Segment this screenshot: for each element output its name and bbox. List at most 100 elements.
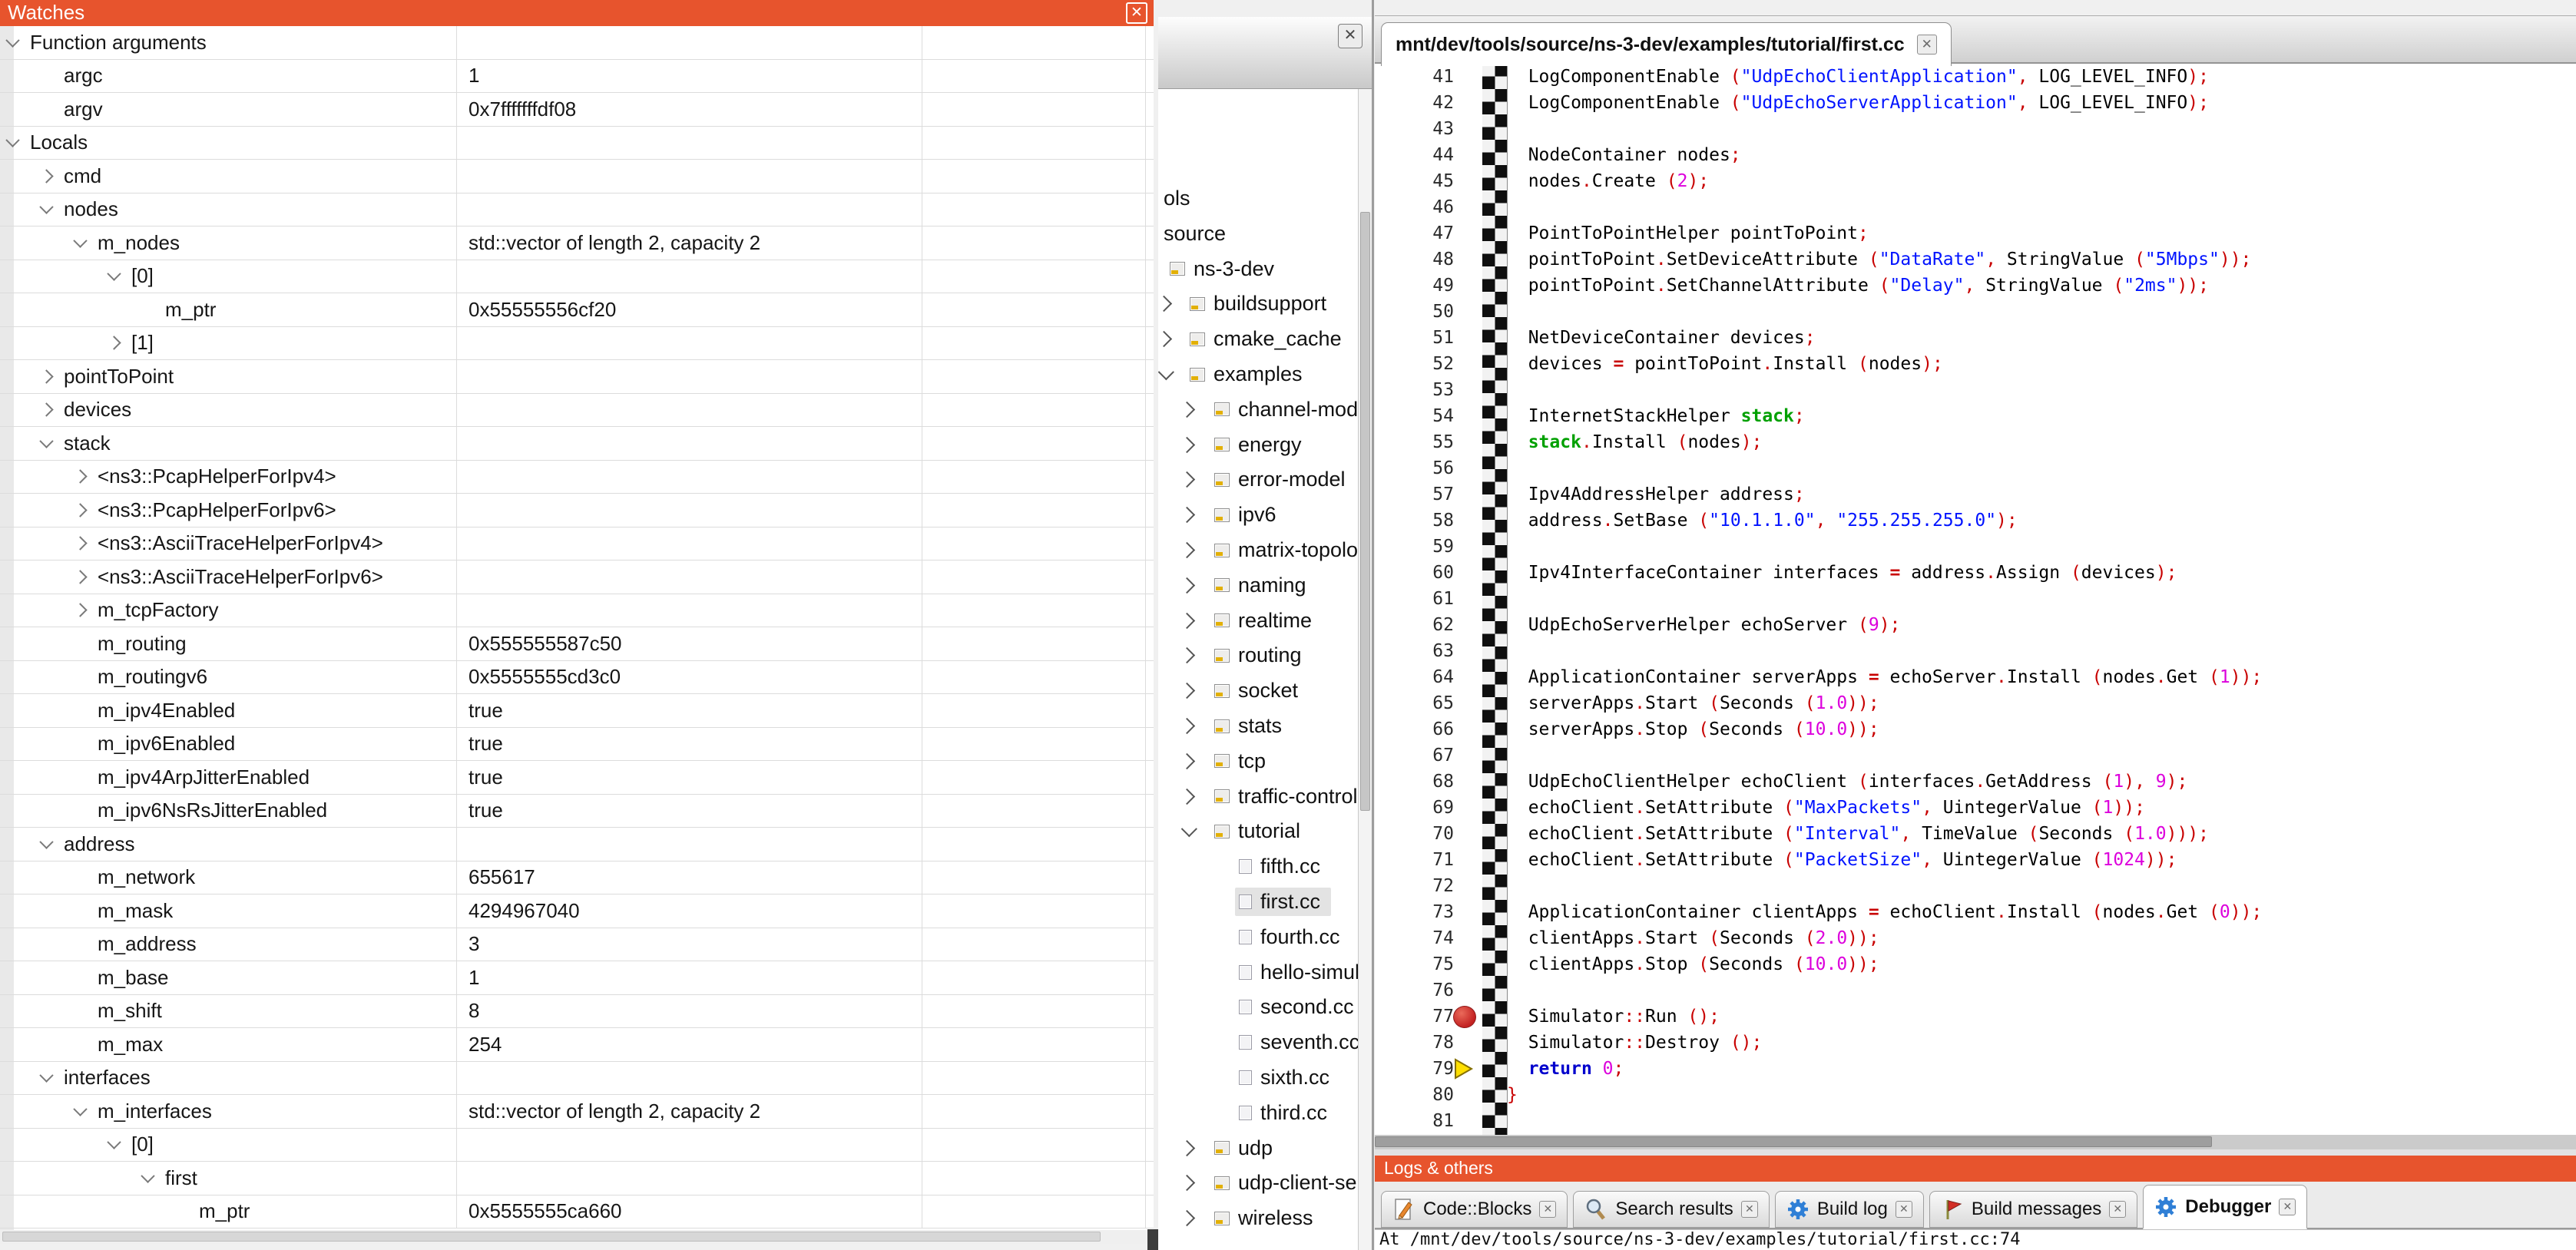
scrollbar-thumb[interactable] (1360, 212, 1370, 811)
watch-row[interactable]: m_routingv60x5555555cd3c0 (0, 661, 1154, 695)
chevron-down-icon[interactable] (141, 1169, 154, 1182)
chevron-down-icon[interactable] (107, 267, 121, 281)
chevron-down-icon[interactable] (1158, 364, 1174, 380)
scrollbar-thumb[interactable] (2, 1232, 1101, 1242)
watch-row[interactable]: m_ipv6Enabledtrue (0, 728, 1154, 762)
tree-item[interactable]: third.cc (1158, 1096, 1358, 1130)
tree-item[interactable]: energy (1158, 428, 1358, 462)
chevron-right-icon[interactable] (39, 369, 53, 383)
watch-row[interactable]: m_routing0x555555587c50 (0, 627, 1154, 661)
chevron-down-icon[interactable] (107, 1136, 121, 1149)
tree-item[interactable]: second.cc (1158, 990, 1358, 1024)
chevron-right-icon[interactable] (39, 169, 53, 183)
tree-item[interactable]: realtime (1158, 604, 1358, 638)
watches-title[interactable]: Watches ✕ (0, 0, 1154, 26)
tree-item[interactable]: sixth.cc (1158, 1060, 1358, 1095)
projects-panel-header[interactable]: ✕ (1158, 17, 1372, 89)
chevron-right-icon[interactable] (1179, 577, 1195, 594)
log-tab-build-log[interactable]: Build log✕ (1775, 1191, 1924, 1228)
close-icon[interactable]: ✕ (2109, 1201, 2126, 1218)
close-icon[interactable]: ✕ (1917, 35, 1937, 55)
tree-item[interactable]: seventh.cc (1158, 1025, 1358, 1060)
chevron-down-icon[interactable] (5, 134, 19, 147)
tree-item[interactable]: udp (1158, 1131, 1358, 1166)
log-tab-debugger[interactable]: Debugger✕ (2143, 1185, 2307, 1229)
chevron-right-icon[interactable] (1179, 683, 1195, 699)
tree-item[interactable]: wireless (1158, 1201, 1358, 1235)
chevron-down-icon[interactable] (39, 434, 53, 448)
watch-row[interactable]: <ns3::AsciiTraceHelperForIpv6> (0, 561, 1154, 594)
chevron-right-icon[interactable] (73, 604, 87, 617)
tree-vertical-scrollbar[interactable] (1358, 89, 1372, 1250)
tree-item[interactable]: cmake_cache (1158, 322, 1358, 356)
editor-tab-first-cc[interactable]: mnt/dev/tools/source/ns-3-dev/examples/t… (1381, 22, 1952, 66)
watch-row[interactable]: address (0, 828, 1154, 861)
watch-row[interactable]: m_ipv6NsRsJitterEnabledtrue (0, 795, 1154, 828)
chevron-down-icon[interactable] (1181, 821, 1197, 837)
watch-row[interactable]: nodes (0, 193, 1154, 227)
chevron-right-icon[interactable] (107, 336, 121, 350)
watch-row[interactable]: interfaces (0, 1062, 1154, 1096)
code-editor[interactable]: 4142434445464748495051525354555657585960… (1375, 64, 2576, 1135)
watch-row[interactable]: m_base1 (0, 961, 1154, 995)
tree-item[interactable]: examples (1158, 357, 1358, 392)
watch-row[interactable]: m_nodesstd::vector of length 2, capacity… (0, 227, 1154, 260)
chevron-right-icon[interactable] (1179, 542, 1195, 558)
watch-row[interactable]: argv0x7fffffffdf08 (0, 93, 1154, 127)
watch-row[interactable]: pointToPoint (0, 360, 1154, 394)
watch-row[interactable]: [1] (0, 327, 1154, 361)
chevron-right-icon[interactable] (1179, 647, 1195, 663)
watch-row[interactable]: <ns3::PcapHelperForIpv4> (0, 461, 1154, 494)
watch-row[interactable]: m_ipv4Enabledtrue (0, 694, 1154, 728)
chevron-right-icon[interactable] (1158, 331, 1172, 347)
tree-item[interactable]: udp-client-server (1158, 1166, 1358, 1200)
watch-row[interactable]: cmd (0, 160, 1154, 193)
chevron-right-icon[interactable] (1179, 1139, 1195, 1156)
chevron-right-icon[interactable] (1179, 1210, 1195, 1226)
watch-row[interactable]: first (0, 1162, 1154, 1195)
tree-item[interactable]: buildsupport (1158, 286, 1358, 321)
watch-row[interactable]: m_ptr0x5555555ca660 (0, 1195, 1154, 1229)
close-icon[interactable]: ✕ (1126, 2, 1147, 24)
watch-row[interactable]: argc1 (0, 60, 1154, 94)
chevron-down-icon[interactable] (39, 1069, 53, 1083)
chevron-right-icon[interactable] (1179, 402, 1195, 418)
scrollbar-thumb[interactable] (1375, 1136, 2212, 1147)
watch-row[interactable]: m_ptr0x55555556cf20 (0, 293, 1154, 327)
log-tab-build-messages[interactable]: Build messages✕ (1929, 1191, 2137, 1228)
watch-row[interactable]: m_tcpFactory (0, 594, 1154, 628)
watches-table[interactable]: Function argumentsargc1argv0x7fffffffdf0… (0, 26, 1154, 1230)
chevron-right-icon[interactable] (1179, 436, 1195, 452)
watch-row[interactable]: <ns3::PcapHelperForIpv6> (0, 494, 1154, 527)
watches-horizontal-scrollbar[interactable] (0, 1230, 1154, 1244)
logs-panel-title[interactable]: Logs & others (1375, 1156, 2576, 1182)
close-icon[interactable]: ✕ (2279, 1199, 2296, 1215)
watch-row[interactable]: <ns3::AsciiTraceHelperForIpv4> (0, 527, 1154, 561)
tree-item[interactable]: fourth.cc (1158, 920, 1358, 954)
tree-item[interactable]: tutorial (1158, 814, 1358, 848)
tree-item[interactable]: naming (1158, 568, 1358, 603)
tree-item[interactable]: matrix-topology (1158, 533, 1358, 567)
tree-item[interactable]: tcp (1158, 744, 1358, 779)
code-text[interactable]: LogComponentEnable ("UdpEchoClientApplic… (1507, 64, 2262, 1134)
chevron-down-icon[interactable] (39, 200, 53, 214)
chevron-right-icon[interactable] (1179, 612, 1195, 628)
chevron-right-icon[interactable] (1179, 753, 1195, 769)
watch-row[interactable]: m_address3 (0, 928, 1154, 962)
close-icon[interactable]: ✕ (1741, 1201, 1758, 1218)
breakpoint-icon[interactable] (1453, 1006, 1476, 1028)
tree-item[interactable]: ols (1158, 181, 1358, 216)
log-tab-search-results[interactable]: Search results✕ (1573, 1191, 1769, 1228)
chevron-right-icon[interactable] (73, 470, 87, 484)
watch-row[interactable]: stack (0, 427, 1154, 461)
chevron-right-icon[interactable] (73, 570, 87, 584)
watch-row[interactable]: m_max254 (0, 1028, 1154, 1062)
chevron-down-icon[interactable] (73, 233, 87, 247)
close-icon[interactable]: ✕ (1896, 1201, 1912, 1218)
tree-item[interactable]: socket (1158, 673, 1358, 708)
watch-row[interactable]: m_network655617 (0, 861, 1154, 895)
chevron-right-icon[interactable] (73, 537, 87, 551)
chevron-right-icon[interactable] (1179, 507, 1195, 523)
tree-item[interactable]: traffic-control (1158, 779, 1358, 814)
tree-item[interactable]: routing (1158, 638, 1358, 673)
